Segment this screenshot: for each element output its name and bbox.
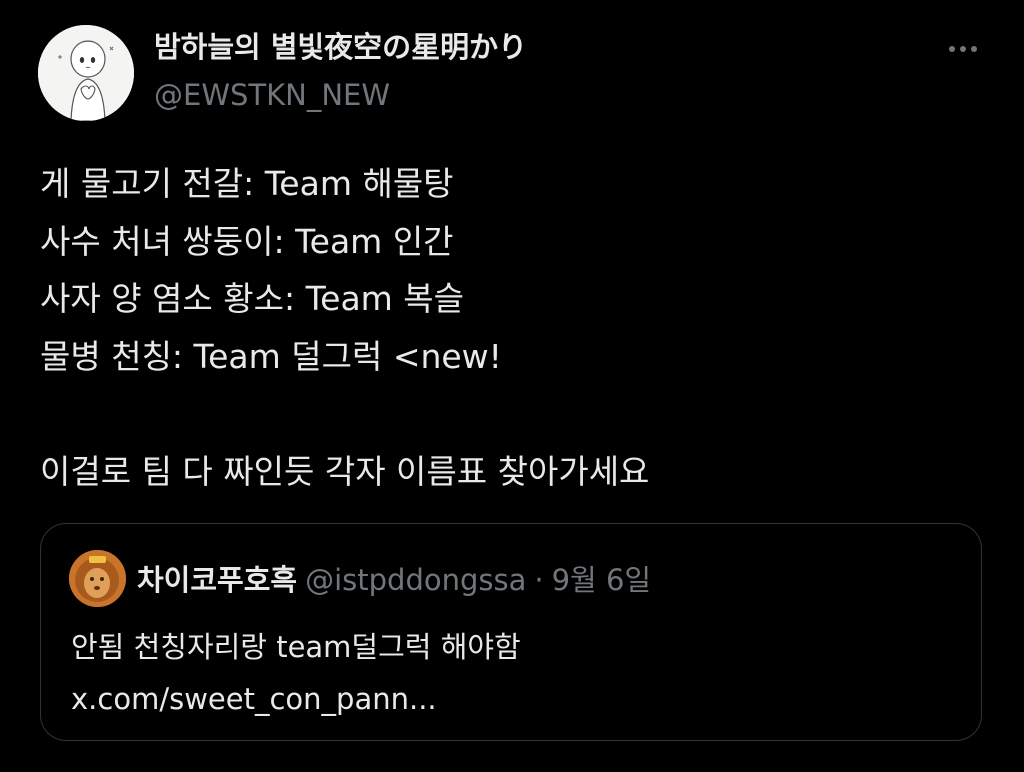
quoted-author-avatar: [69, 550, 126, 607]
header-separator: ·: [534, 563, 544, 597]
quoted-tweet-link[interactable]: x.com/sweet_con_pann...: [71, 673, 951, 725]
quoted-tweet-card[interactable]: 차이코푸호흑 @istpddongssa · 9월 6일 안됨 천칭자리랑 team덜…: [40, 523, 982, 741]
lion-avatar-image: [69, 550, 126, 607]
author-handle[interactable]: @EWSTKN_NEW: [154, 76, 390, 114]
tweet-body-line: 이걸로 팀 다 짜인듯 각자 이름표 찾아가세요: [40, 451, 650, 491]
more-dot: [960, 46, 966, 52]
quoted-tweet-date: 9월 6일: [551, 563, 652, 597]
tweet-body-line: [40, 385, 980, 443]
tweet-body-line: 물병 천칭: Team 덜그럭 <new!: [40, 336, 502, 376]
tweet-body-line: 사자 양 염소 황소: Team 복슬: [40, 279, 465, 318]
quoted-tweet-header: 차이코푸호흑 @istpddongssa · 9월 6일: [137, 560, 651, 600]
tweet-body: 게 물고기 전갈: Team 해물탕 사수 처녀 쌍둥이: Team 인간 사자…: [40, 155, 980, 500]
author-avatar[interactable]: [38, 25, 134, 121]
more-dot: [971, 46, 977, 52]
quoted-author-display-name: 차이코푸호흑: [137, 563, 298, 597]
tweet-body-line: 사수 처녀 쌍둥이: Team 인간: [40, 221, 454, 261]
avatar-image: [38, 25, 134, 121]
tweet: 밤하늘의 별빛夜空の星明かり @EWSTKN_NEW 게 물고기 전갈: Tea…: [0, 0, 1024, 772]
more-dot: [949, 46, 955, 52]
tweet-body-line: 게 물고기 전갈: Team 해물탕: [40, 164, 454, 203]
quoted-tweet-body: 안됨 천칭자리랑 team덜그럭 해야함 x.com/sweet_con_pan…: [71, 621, 951, 725]
quoted-author-handle: @istpddongssa: [305, 563, 527, 597]
quoted-tweet-line: 안됨 천칭자리랑 team덜그럭 해야함: [71, 630, 521, 664]
more-horizontal-icon[interactable]: [940, 32, 986, 66]
author-display-name[interactable]: 밤하늘의 별빛夜空の星明かり: [154, 28, 527, 66]
